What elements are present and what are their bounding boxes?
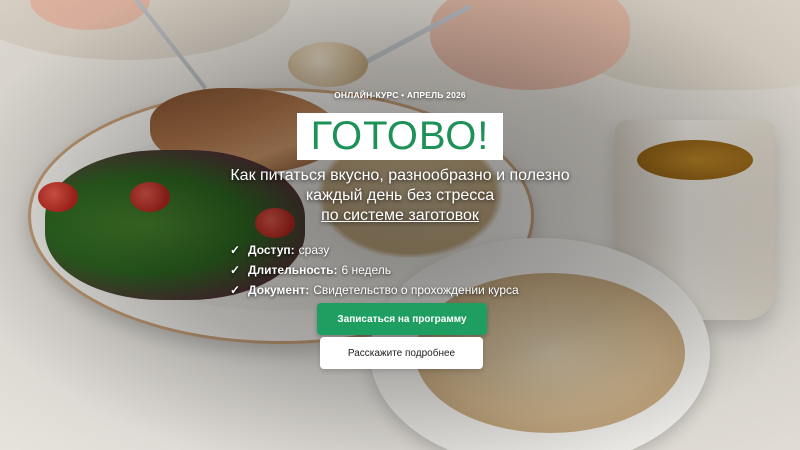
check-icon: ✓ — [230, 263, 241, 277]
hero-content: ОНЛАЙН-КУРС • АПРЕЛЬ 2026 ГОТОВО! Как пи… — [190, 90, 610, 300]
feature-label: Документ: — [248, 283, 310, 297]
feature-label: Доступ: — [248, 243, 295, 257]
feature-duration: ✓ Длительность: 6 недель — [230, 260, 610, 280]
subtitle-line-1: Как питаться вкусно, разнообразно и поле… — [230, 167, 570, 184]
feature-access: ✓ Доступ: сразу — [230, 240, 610, 260]
subtitle: Как питаться вкусно, разнообразно и поле… — [190, 166, 610, 206]
feature-value: Свидетельство о прохождении курса — [313, 283, 519, 297]
feature-value: 6 недель — [341, 263, 392, 277]
check-icon: ✓ — [230, 283, 241, 297]
feature-document: ✓ Документ: Свидетельство о прохождении … — [230, 280, 610, 300]
more-info-button[interactable]: Расскажите подробнее — [320, 337, 483, 369]
feature-value: сразу — [298, 243, 330, 257]
subtitle-line-2: каждый день без стресса — [305, 187, 495, 204]
page-title: ГОТОВО! — [296, 113, 504, 160]
course-eyebrow: ОНЛАЙН-КУРС • АПРЕЛЬ 2026 — [334, 90, 466, 100]
check-icon: ✓ — [230, 243, 241, 257]
enroll-button[interactable]: Записаться на программу — [317, 303, 487, 335]
feature-list: ✓ Доступ: сразу ✓ Длительность: 6 недель… — [230, 240, 610, 300]
feature-label: Длительность: — [248, 263, 338, 277]
subtitle-link[interactable]: по системе заготовок — [190, 206, 610, 226]
